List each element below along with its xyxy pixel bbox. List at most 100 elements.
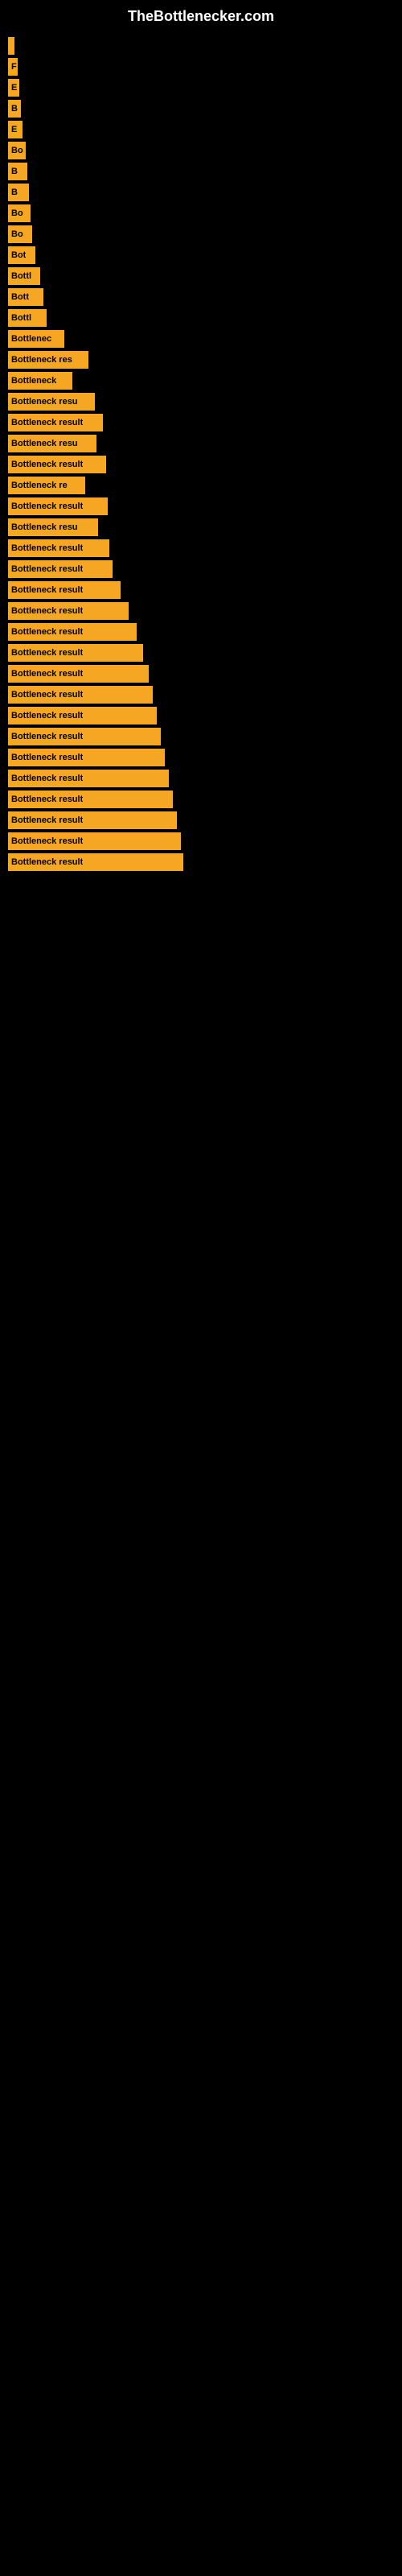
bar-21: Bottleneck re [8,477,85,494]
bar-row: Bottleneck result [8,644,402,662]
bar-label-36: Bottleneck result [11,795,83,804]
bar-1: F [8,58,18,76]
bar-row: E [8,79,402,97]
bar-label-12: Bott [11,292,29,302]
bar-label-8: Bo [11,208,23,218]
bar-36: Bottleneck result [8,791,173,808]
bar-label-31: Bottleneck result [11,690,83,700]
bar-39: Bottleneck result [8,853,183,871]
bar-16: Bottleneck [8,372,72,390]
bar-22: Bottleneck result [8,497,108,515]
bar-14: Bottlenec [8,330,64,348]
bar-3: B [8,100,21,118]
bar-12: Bott [8,288,43,306]
bar-label-11: Bottl [11,271,31,281]
bar-label-23: Bottleneck resu [11,522,78,532]
bar-label-7: B [11,188,18,197]
bar-label-4: E [11,125,17,134]
bar-row: Bottleneck resu [8,518,402,536]
bar-row: Bottl [8,267,402,285]
bar-29: Bottleneck result [8,644,143,662]
bar-31: Bottleneck result [8,686,153,704]
bar-label-21: Bottleneck re [11,481,68,490]
bar-38: Bottleneck result [8,832,181,850]
bar-label-3: B [11,104,18,114]
bar-label-9: Bo [11,229,23,239]
bar-label-5: Bo [11,146,23,155]
bar-label-35: Bottleneck result [11,774,83,783]
bar-27: Bottleneck result [8,602,129,620]
bar-row: Bottleneck result [8,853,402,871]
bar-row: F [8,58,402,76]
bar-35: Bottleneck result [8,770,169,787]
bar-row: Bottleneck resu [8,393,402,411]
bar-2: E [8,79,19,97]
bar-row: Bo [8,142,402,159]
bar-label-24: Bottleneck result [11,543,83,553]
bar-row: Bo [8,204,402,222]
bar-row: E [8,121,402,138]
bar-label-32: Bottleneck result [11,711,83,720]
bar-32: Bottleneck result [8,707,157,724]
bar-label-27: Bottleneck result [11,606,83,616]
bar-label-33: Bottleneck result [11,732,83,741]
bar-row: Bott [8,288,402,306]
bar-7: B [8,184,29,201]
bar-row: Bottleneck result [8,770,402,787]
bars-container: F E B E Bo B B Bo Bo Bot Bottl Bott Bottl Bottlenec Bo… [0,29,402,874]
bar-row: Bottleneck result [8,456,402,473]
bar-18: Bottleneck result [8,414,103,431]
bar-20: Bottleneck result [8,456,106,473]
bar-label-13: Bottl [11,313,31,323]
bar-label-2: E [11,83,17,93]
bar-24: Bottleneck result [8,539,109,557]
bar-row: Bottleneck result [8,791,402,808]
bar-label-29: Bottleneck result [11,648,83,658]
bar-9: Bo [8,225,32,243]
bar-row: Bottleneck result [8,539,402,557]
bar-row: Bottlenec [8,330,402,348]
bar-row: Bottleneck result [8,749,402,766]
bar-5: Bo [8,142,26,159]
bar-label-17: Bottleneck resu [11,397,78,407]
bar-4: E [8,121,23,138]
bar-row: Bottleneck result [8,602,402,620]
bar-label-19: Bottleneck resu [11,439,78,448]
bar-row: Bottleneck result [8,497,402,515]
bar-row: Bottleneck result [8,811,402,829]
bar-label-28: Bottleneck result [11,627,83,637]
bar-28: Bottleneck result [8,623,137,641]
bar-label-26: Bottleneck result [11,585,83,595]
bar-row: Bottleneck [8,372,402,390]
bar-row: Bottleneck result [8,832,402,850]
bar-label-10: Bot [11,250,26,260]
bar-label-39: Bottleneck result [11,857,83,867]
bar-6: B [8,163,27,180]
bar-row: Bottleneck result [8,414,402,431]
bar-label-20: Bottleneck result [11,460,83,469]
bar-25: Bottleneck result [8,560,113,578]
bar-row: B [8,184,402,201]
bar-11: Bottl [8,267,40,285]
site-title: TheBottlenecker.com [0,0,402,29]
bar-label-1: F [11,62,17,72]
bar-row: Bottleneck result [8,560,402,578]
bar-label-6: B [11,167,18,176]
bar-row: Bo [8,225,402,243]
bar-34: Bottleneck result [8,749,165,766]
bar-row: Bottleneck result [8,707,402,724]
bar-13: Bottl [8,309,47,327]
bar-row: Bottleneck res [8,351,402,369]
bar-19: Bottleneck resu [8,435,96,452]
bar-label-16: Bottleneck [11,376,56,386]
bar-label-37: Bottleneck result [11,815,83,825]
bar-row: Bottleneck result [8,665,402,683]
bar-label-25: Bottleneck result [11,564,83,574]
bar-row [8,37,402,55]
bar-33: Bottleneck result [8,728,161,745]
bar-10: Bot [8,246,35,264]
bar-row: Bottleneck result [8,728,402,745]
bar-30: Bottleneck result [8,665,149,683]
bar-label-34: Bottleneck result [11,753,83,762]
bar-8: Bo [8,204,31,222]
